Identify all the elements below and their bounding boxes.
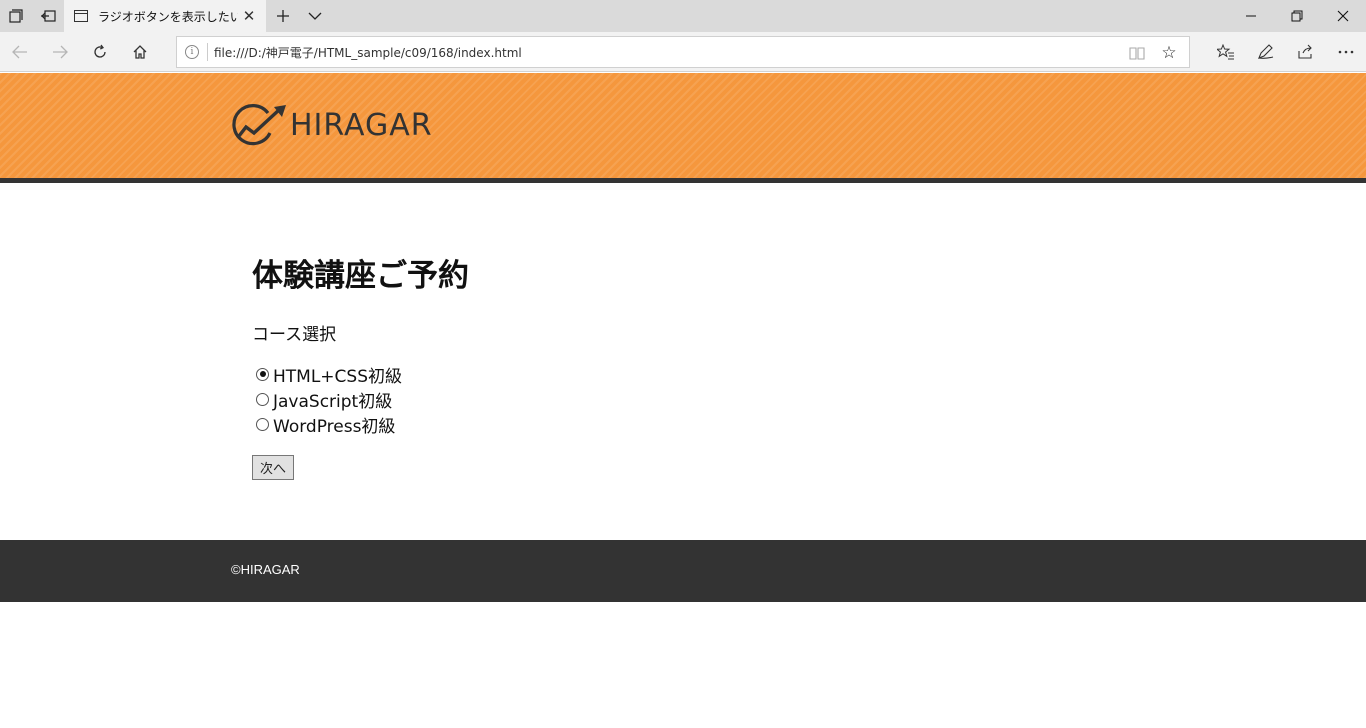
radio-label[interactable]: HTML+CSS初級 xyxy=(273,362,402,387)
info-icon[interactable]: i xyxy=(185,45,199,59)
copyright-text: ©HIRAGAR xyxy=(231,562,300,577)
logo-arrow-circle-icon xyxy=(232,104,286,146)
radio-button-checked[interactable] xyxy=(256,367,269,381)
reading-view-icon[interactable] xyxy=(1127,43,1147,63)
restore-icon[interactable] xyxy=(1274,0,1320,32)
site-footer: ©HIRAGAR xyxy=(0,540,1366,602)
set-tabs-aside-icon[interactable] xyxy=(32,0,64,32)
radio-button[interactable] xyxy=(256,392,269,406)
radio-button[interactable] xyxy=(256,417,269,431)
page-title: 体験講座ご予約 xyxy=(252,258,469,294)
browser-toolbar: i file:///D:/神戸電子/HTML_sample/c09/168/in… xyxy=(0,32,1366,72)
page-icon xyxy=(74,10,88,22)
web-note-pen-icon[interactable] xyxy=(1250,36,1282,68)
address-bar[interactable]: i file:///D:/神戸電子/HTML_sample/c09/168/in… xyxy=(176,36,1190,68)
address-divider xyxy=(207,43,208,61)
close-tab-icon[interactable]: ✕ xyxy=(240,7,258,25)
site-logo[interactable]: HIRAGAR xyxy=(230,103,433,147)
tab-manager-icon[interactable] xyxy=(0,0,32,32)
tab-preview-chevron-down-icon[interactable] xyxy=(299,0,331,32)
more-options-icon[interactable] xyxy=(1330,36,1362,68)
course-select-label: コース選択 xyxy=(252,325,337,345)
site-header xyxy=(0,73,1366,178)
radio-option-javascript[interactable]: JavaScript初級 xyxy=(256,387,392,412)
share-icon[interactable] xyxy=(1290,36,1322,68)
minimize-icon[interactable] xyxy=(1228,0,1274,32)
favorite-star-icon[interactable]: ☆ xyxy=(1159,43,1179,63)
back-arrow-icon[interactable] xyxy=(4,36,36,68)
tab-active[interactable]: ラジオボタンを表示したい ✕ xyxy=(64,0,266,32)
radio-label[interactable]: JavaScript初級 xyxy=(273,387,392,412)
refresh-icon[interactable] xyxy=(84,36,116,68)
new-tab-icon[interactable] xyxy=(267,0,299,32)
tab-title: ラジオボタンを表示したい xyxy=(98,9,238,24)
address-url[interactable]: file:///D:/神戸電子/HTML_sample/c09/168/inde… xyxy=(214,44,522,61)
next-button[interactable]: 次へ xyxy=(252,455,295,480)
browser-tab-bar: ラジオボタンを表示したい ✕ xyxy=(0,0,1366,32)
forward-arrow-icon[interactable] xyxy=(44,36,76,68)
radio-option-wordpress[interactable]: WordPress初級 xyxy=(256,412,395,437)
header-bottom-border xyxy=(0,178,1366,183)
logo-text: HIRAGAR xyxy=(290,107,433,143)
radio-option-html-css[interactable]: HTML+CSS初級 xyxy=(256,362,402,387)
home-icon[interactable] xyxy=(124,36,156,68)
close-window-icon[interactable] xyxy=(1320,0,1366,32)
favorites-list-icon[interactable] xyxy=(1210,36,1242,68)
radio-label[interactable]: WordPress初級 xyxy=(273,412,395,437)
